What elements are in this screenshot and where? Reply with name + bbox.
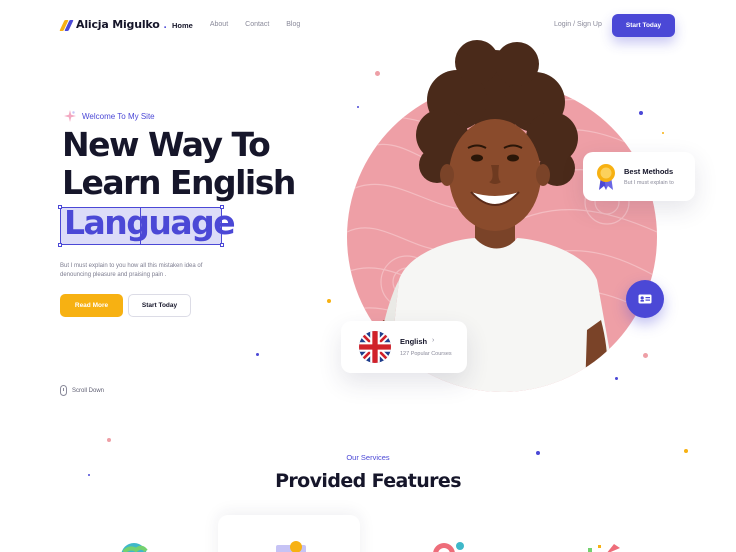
selection-handle: [58, 205, 62, 209]
nav-contact[interactable]: Contact: [245, 21, 269, 30]
decor-dot: [662, 132, 664, 134]
scroll-down[interactable]: Scroll Down: [60, 385, 104, 396]
services-label: Our Services: [346, 453, 390, 462]
decor-dot: [375, 71, 380, 76]
best-methods-title: Best Methods: [624, 167, 674, 176]
decor-dot: [107, 438, 111, 442]
globe-icon: [121, 543, 148, 552]
scroll-down-label: Scroll Down: [72, 387, 105, 394]
decor-dot: [357, 106, 359, 108]
decor-dot: [639, 111, 643, 115]
mouse-icon: [60, 385, 67, 396]
confetti-icon: [588, 544, 620, 552]
nav-home[interactable]: Home: [172, 21, 193, 30]
brand-name: Alicja Migulko: [76, 18, 160, 31]
brand-dot: .: [163, 18, 167, 31]
target-icon: [433, 542, 464, 552]
decor-dot: [256, 353, 259, 356]
english-subtitle: 127 Popular Courses: [400, 351, 452, 357]
hero-title-line-2: Learn English: [62, 163, 296, 202]
welcome-tag: Welcome To My Site: [64, 110, 155, 122]
english-course-card[interactable]: English › 127 Popular Courses: [341, 321, 467, 373]
selection-handle: [220, 243, 224, 247]
selection-handle: [58, 243, 62, 247]
sparkle-icon: [64, 110, 76, 122]
main-nav: Home About Contact Blog: [172, 21, 317, 30]
read-more-button[interactable]: Read More: [60, 294, 123, 317]
best-methods-card[interactable]: Best Methods But I must explain to: [583, 152, 695, 201]
brand-logo[interactable]: Alicja Migulko.: [59, 18, 167, 31]
hero-title-line-3: Language: [64, 203, 236, 242]
id-card-icon: [638, 294, 652, 304]
decor-dot: [643, 353, 648, 358]
hero-title-line-1: New Way To: [62, 125, 271, 164]
services-title: Provided Features: [275, 470, 461, 492]
start-today-button[interactable]: Start Today: [128, 294, 191, 317]
best-methods-subtitle: But I must explain to: [624, 180, 674, 186]
chevron-right-icon: ›: [432, 337, 435, 344]
book-icon: [276, 541, 306, 552]
login-signup-link[interactable]: Login / Sign Up: [554, 21, 602, 28]
english-title: English: [400, 337, 428, 346]
nav-blog[interactable]: Blog: [286, 21, 300, 30]
logo-mark-icon: [59, 19, 74, 31]
decor-dot: [327, 299, 331, 303]
id-card-button[interactable]: [626, 280, 664, 318]
medal-icon: [597, 164, 615, 190]
header-start-today-button[interactable]: Start Today: [612, 14, 675, 37]
decor-dot: [615, 377, 618, 380]
nav-about[interactable]: About: [210, 21, 228, 30]
welcome-text: Welcome To My Site: [82, 111, 155, 121]
uk-flag-icon: [359, 331, 391, 363]
hero-description: But I must explain to you how all this m…: [60, 263, 203, 279]
